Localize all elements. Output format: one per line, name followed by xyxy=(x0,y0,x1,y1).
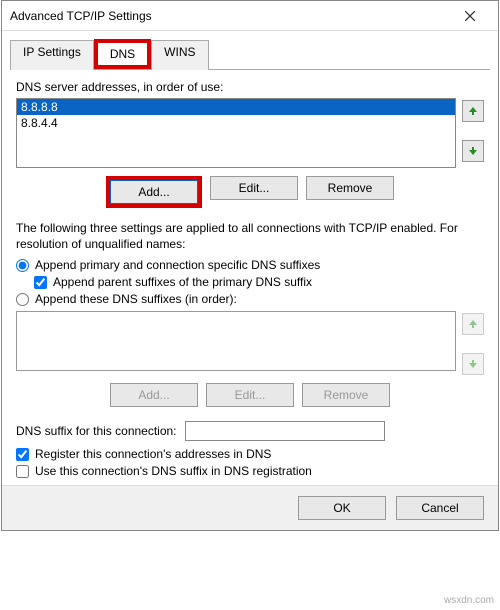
arrow-up-icon xyxy=(468,319,478,329)
dns-suffix-button-row: Add... Edit... Remove xyxy=(16,383,484,407)
tab-content-dns: DNS server addresses, in order of use: 8… xyxy=(2,70,498,485)
checkbox-append-parent[interactable]: Append parent suffixes of the primary DN… xyxy=(34,275,484,289)
tab-wins[interactable]: WINS xyxy=(151,40,208,70)
dns-suffix-input-row: DNS suffix for this connection: xyxy=(16,421,484,441)
radio-append-primary-label: Append primary and connection specific D… xyxy=(35,258,320,272)
dialog-window: Advanced TCP/IP Settings IP Settings DNS… xyxy=(1,0,499,531)
dns-servers-reorder xyxy=(462,98,484,168)
dns-note: The following three settings are applied… xyxy=(16,220,484,252)
radio-append-primary[interactable]: Append primary and connection specific D… xyxy=(16,258,484,272)
dns-server-edit-button[interactable]: Edit... xyxy=(210,176,298,200)
dns-server-remove-button[interactable]: Remove xyxy=(306,176,394,200)
cancel-button[interactable]: Cancel xyxy=(396,496,484,520)
list-item[interactable]: 8.8.4.4 xyxy=(17,115,455,131)
arrow-down-icon xyxy=(468,359,478,369)
dns-servers-listbox[interactable]: 8.8.8.8 8.8.4.4 xyxy=(16,98,456,168)
radio-append-these-label: Append these DNS suffixes (in order): xyxy=(35,292,237,306)
list-item[interactable]: 8.8.8.8 xyxy=(17,99,455,115)
dns-suffixes-reorder xyxy=(462,311,484,375)
checkbox-register-dns[interactable]: Register this connection's addresses in … xyxy=(16,447,484,461)
checkbox-use-suffix-reg-label: Use this connection's DNS suffix in DNS … xyxy=(35,464,312,478)
dialog-button-row: OK Cancel xyxy=(2,485,498,530)
dns-suffix-input[interactable] xyxy=(185,421,385,441)
arrow-up-icon xyxy=(468,106,478,116)
dns-server-button-row: Add... Edit... Remove xyxy=(16,176,484,208)
radio-append-these[interactable]: Append these DNS suffixes (in order): xyxy=(16,292,484,306)
dns-suffix-move-down-button[interactable] xyxy=(462,353,484,375)
checkbox-use-suffix-reg-input[interactable] xyxy=(16,465,29,478)
window-title: Advanced TCP/IP Settings xyxy=(10,9,152,23)
close-icon xyxy=(465,11,475,21)
close-button[interactable] xyxy=(450,2,490,30)
dns-servers-row: 8.8.8.8 8.8.4.4 xyxy=(16,98,484,168)
radio-append-these-input[interactable] xyxy=(16,293,29,306)
checkbox-append-parent-label: Append parent suffixes of the primary DN… xyxy=(53,275,312,289)
radio-append-primary-input[interactable] xyxy=(16,259,29,272)
add-button-highlight: Add... xyxy=(106,176,202,208)
dns-suffix-move-up-button[interactable] xyxy=(462,313,484,335)
dns-suffix-remove-button[interactable]: Remove xyxy=(302,383,390,407)
dns-suffixes-listbox[interactable] xyxy=(16,311,456,371)
watermark: wsxdn.com xyxy=(444,595,494,606)
checkbox-register-dns-input[interactable] xyxy=(16,448,29,461)
dns-suffixes-row xyxy=(16,311,484,375)
tab-ip-settings[interactable]: IP Settings xyxy=(10,40,94,70)
dns-suffix-add-button[interactable]: Add... xyxy=(110,383,198,407)
checkbox-use-suffix-reg[interactable]: Use this connection's DNS suffix in DNS … xyxy=(16,464,484,478)
dns-suffix-label: DNS suffix for this connection: xyxy=(16,424,177,438)
tab-dns-highlight: DNS xyxy=(94,39,151,69)
arrow-down-icon xyxy=(468,146,478,156)
dns-suffix-edit-button[interactable]: Edit... xyxy=(206,383,294,407)
checkbox-register-dns-label: Register this connection's addresses in … xyxy=(35,447,271,461)
checkbox-append-parent-input[interactable] xyxy=(34,276,47,289)
ok-button[interactable]: OK xyxy=(298,496,386,520)
dns-server-move-up-button[interactable] xyxy=(462,100,484,122)
dns-servers-label: DNS server addresses, in order of use: xyxy=(16,80,484,94)
tabstrip: IP Settings DNS WINS xyxy=(10,39,490,70)
dns-server-move-down-button[interactable] xyxy=(462,140,484,162)
dns-server-add-button[interactable]: Add... xyxy=(110,180,198,204)
tab-dns[interactable]: DNS xyxy=(98,43,147,65)
titlebar: Advanced TCP/IP Settings xyxy=(2,1,498,31)
